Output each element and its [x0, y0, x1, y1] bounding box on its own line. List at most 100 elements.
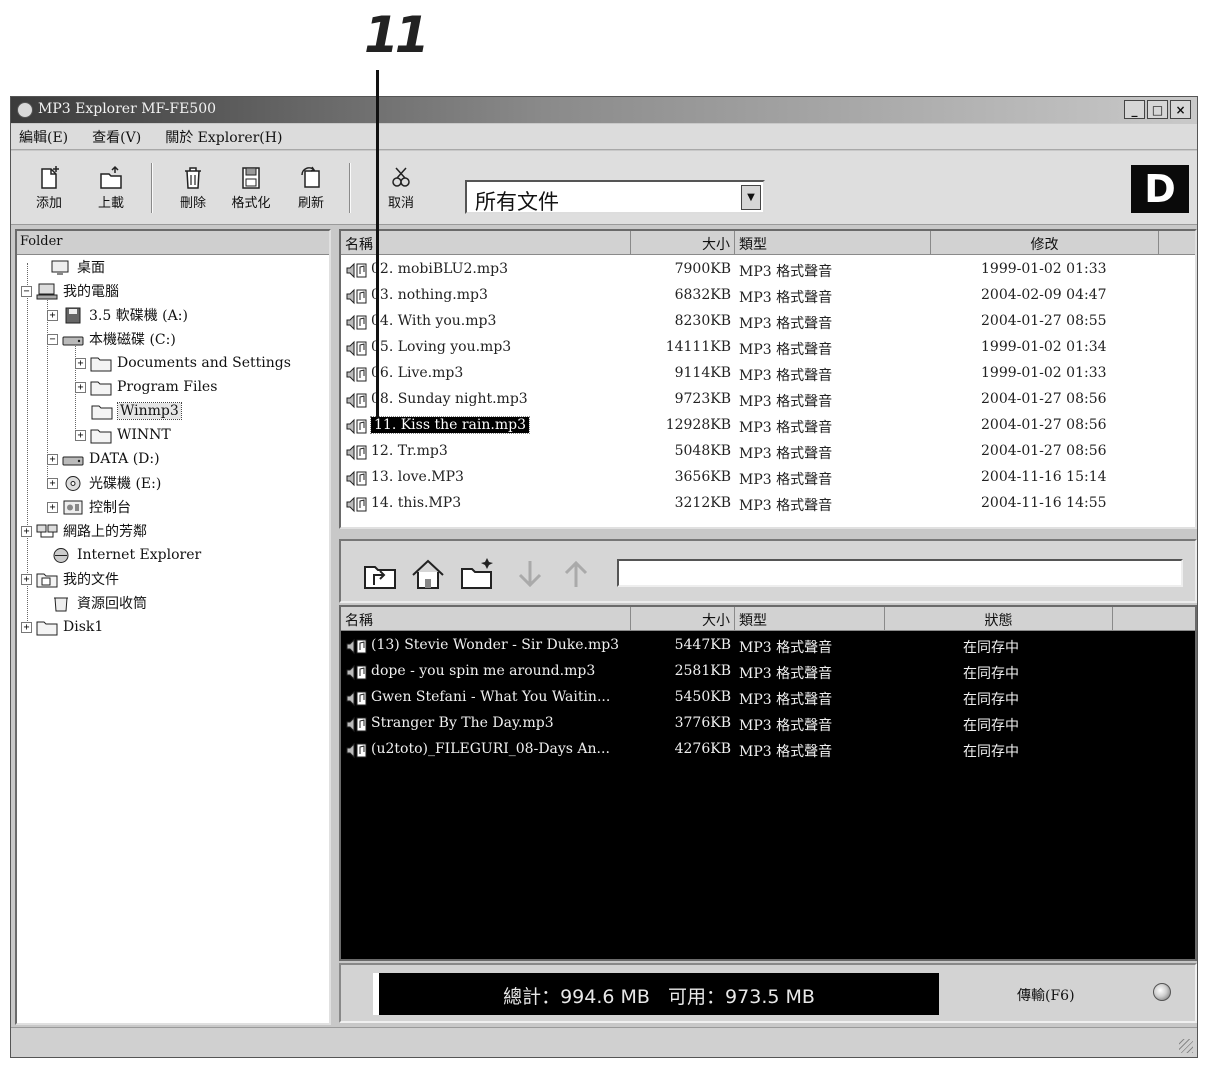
column-name[interactable]: 名稱 — [341, 231, 631, 254]
expand-toggle[interactable]: + — [75, 357, 86, 369]
transfer-button[interactable]: 傳輸(F6) — [1017, 985, 1075, 1005]
path-input[interactable] — [617, 559, 1183, 587]
expand-toggle[interactable]: + — [75, 381, 86, 393]
file-row[interactable]: (13) Stevie Wonder - Sir Duke.mp3 5447KB M… — [341, 633, 1195, 659]
toolbar: 添加 上載 刪除 格式化 刷新 取消 所有文件 ▼ D — [11, 151, 1197, 225]
tree-item-cd-drive[interactable]: + 光碟機 (E:) — [47, 471, 161, 495]
minimize-button[interactable]: _ — [1124, 100, 1145, 119]
refresh-button[interactable]: 刷新 — [287, 165, 335, 211]
tree-item-data-d[interactable]: + DATA (D:) — [47, 447, 160, 471]
tree-item-disk1[interactable]: + Disk1 — [21, 615, 103, 639]
chevron-down-icon[interactable]: ▼ — [741, 185, 761, 210]
tree-item-program-files[interactable]: + Program Files — [75, 375, 217, 399]
file-size: 2581KB — [674, 663, 731, 679]
mp3-file-icon — [345, 742, 367, 759]
collapse-toggle[interactable]: − — [47, 333, 58, 345]
column-status[interactable]: 狀態 — [885, 607, 1113, 630]
up-folder-icon[interactable] — [361, 555, 399, 593]
tree-item-control-panel[interactable]: + 控制台 — [47, 495, 131, 519]
file-row[interactable]: dope - you spin me around.mp3 2581KB MP3 格… — [341, 659, 1195, 685]
tree-item-internet-explorer[interactable]: Internet Explorer — [35, 543, 201, 567]
expand-toggle[interactable]: + — [47, 477, 58, 489]
file-type-filter[interactable]: 所有文件 ▼ — [465, 180, 765, 214]
callout-leader-line — [376, 70, 379, 418]
expand-toggle[interactable]: + — [21, 573, 32, 585]
file-type: MP3 格式聲音 — [739, 666, 833, 682]
file-row[interactable]: 14. this.MP3 3212KB MP3 格式聲音 2004-11-16 14:… — [341, 491, 1195, 517]
column-type[interactable]: 類型 — [735, 607, 885, 630]
home-icon[interactable] — [409, 555, 447, 593]
download-arrow-icon[interactable] — [511, 555, 549, 593]
file-name: 03. nothing.mp3 — [371, 287, 488, 303]
tree-item-network-places[interactable]: + 網路上的芳鄰 — [21, 519, 147, 543]
transfer-indicator[interactable] — [1153, 983, 1171, 1001]
tree-item-winnt[interactable]: + WINNT — [75, 423, 171, 447]
tree-item-desktop[interactable]: 桌面 — [35, 255, 105, 279]
column-size[interactable]: 大小 — [631, 231, 735, 254]
close-button[interactable]: × — [1170, 100, 1191, 119]
window-title: MP3 Explorer MF-FE500 — [38, 101, 217, 117]
file-status: 在同存中 — [963, 692, 1019, 708]
file-name: 04. With you.mp3 — [371, 313, 497, 329]
tree-item-floppy[interactable]: + 3.5 軟碟機 (A:) — [47, 303, 188, 327]
tree-item-winmp3[interactable]: Winmp3 — [91, 399, 182, 423]
collapse-toggle[interactable]: − — [21, 285, 32, 297]
format-button[interactable]: 格式化 — [227, 165, 275, 211]
expand-toggle[interactable]: + — [21, 621, 32, 633]
new-folder-icon[interactable] — [459, 555, 497, 593]
file-status: 在同存中 — [963, 640, 1019, 656]
file-modified: 2004-01-27 08:56 — [981, 417, 1107, 433]
file-row[interactable]: 06. Live.mp3 9114KB MP3 格式聲音 1999-01-02 01:… — [341, 361, 1195, 387]
add-button[interactable]: 添加 — [25, 165, 73, 211]
expand-toggle[interactable]: + — [47, 453, 58, 465]
upload-arrow-icon[interactable] — [557, 555, 595, 593]
column-size[interactable]: 大小 — [631, 607, 735, 630]
expand-toggle[interactable]: + — [21, 525, 32, 537]
file-row[interactable]: 02. mobiBLU2.mp3 7900KB MP3 格式聲音 1999-01-02… — [341, 257, 1195, 283]
maximize-button[interactable]: □ — [1147, 100, 1168, 119]
file-row[interactable]: 04. With you.mp3 8230KB MP3 格式聲音 2004-01-27… — [341, 309, 1195, 335]
tree-item-my-computer[interactable]: − 我的電腦 — [21, 279, 119, 303]
expand-toggle[interactable]: + — [47, 309, 58, 321]
recycle-bin-icon — [54, 597, 68, 611]
expand-toggle[interactable]: + — [75, 429, 86, 441]
column-name[interactable]: 名稱 — [341, 607, 631, 630]
mp3-file-icon — [345, 664, 367, 681]
menu-view[interactable]: 查看(V) — [92, 127, 141, 147]
window-status-bar — [11, 1027, 1197, 1057]
mp3-file-icon — [345, 392, 367, 409]
delete-button[interactable]: 刪除 — [169, 165, 217, 211]
file-size: 9723KB — [674, 391, 731, 407]
menu-about[interactable]: 關於 Explorer(H) — [165, 127, 282, 147]
mp3-file-icon — [345, 444, 367, 461]
file-type: MP3 格式聲音 — [739, 640, 833, 656]
file-row[interactable]: Stranger By The Day.mp3 3776KB MP3 格式聲音 在同存… — [341, 711, 1195, 737]
file-row[interactable]: (u2toto)_FILEGURI_08-Days An... 4276KB MP3… — [341, 737, 1195, 763]
file-size: 4276KB — [674, 741, 731, 757]
upload-button[interactable]: 上載 — [87, 165, 135, 211]
file-row[interactable]: 03. nothing.mp3 6832KB MP3 格式聲音 2004-02-09 … — [341, 283, 1195, 309]
device-list-header: 名稱 大小 類型 修改 — [341, 231, 1195, 255]
file-name: 08. Sunday night.mp3 — [371, 391, 528, 407]
file-row[interactable]: Gwen Stefani - What You Waitin... 5450KB M… — [341, 685, 1195, 711]
resize-grip-icon[interactable] — [1179, 1039, 1193, 1053]
file-row[interactable]: 08. Sunday night.mp3 9723KB MP3 格式聲音 2004-0… — [341, 387, 1195, 413]
tree-item-recycle-bin[interactable]: 資源回收筒 — [35, 591, 147, 615]
tree-item-my-documents[interactable]: + 我的文件 — [21, 567, 119, 591]
cancel-button[interactable]: 取消 — [377, 165, 425, 211]
file-modified: 2004-01-27 08:56 — [981, 391, 1107, 407]
file-row[interactable]: 05. Loving you.mp3 14111KB MP3 格式聲音 1999-01… — [341, 335, 1195, 361]
format-icon — [242, 167, 260, 189]
column-type[interactable]: 類型 — [735, 231, 931, 254]
mp3-file-icon — [345, 262, 367, 279]
tree-item-local-disk-c[interactable]: − 本機磁碟 (C:) — [47, 327, 176, 351]
file-row[interactable]: 12. Tr.mp3 5048KB MP3 格式聲音 2004-01-27 08:56 — [341, 439, 1195, 465]
expand-toggle[interactable]: + — [47, 501, 58, 513]
tree-item-documents-and-settings[interactable]: + Documents and Settings — [75, 351, 291, 375]
brand-logo: D — [1131, 165, 1189, 213]
file-modified: 2004-02-09 04:47 — [981, 287, 1107, 303]
file-row[interactable]: 11. Kiss the rain.mp3 12928KB MP3 格式聲音 2004… — [341, 413, 1195, 439]
file-row[interactable]: 13. love.MP3 3656KB MP3 格式聲音 2004-11-16 15:… — [341, 465, 1195, 491]
column-modified[interactable]: 修改 — [931, 231, 1159, 254]
menu-edit[interactable]: 編輯(E) — [19, 127, 68, 147]
